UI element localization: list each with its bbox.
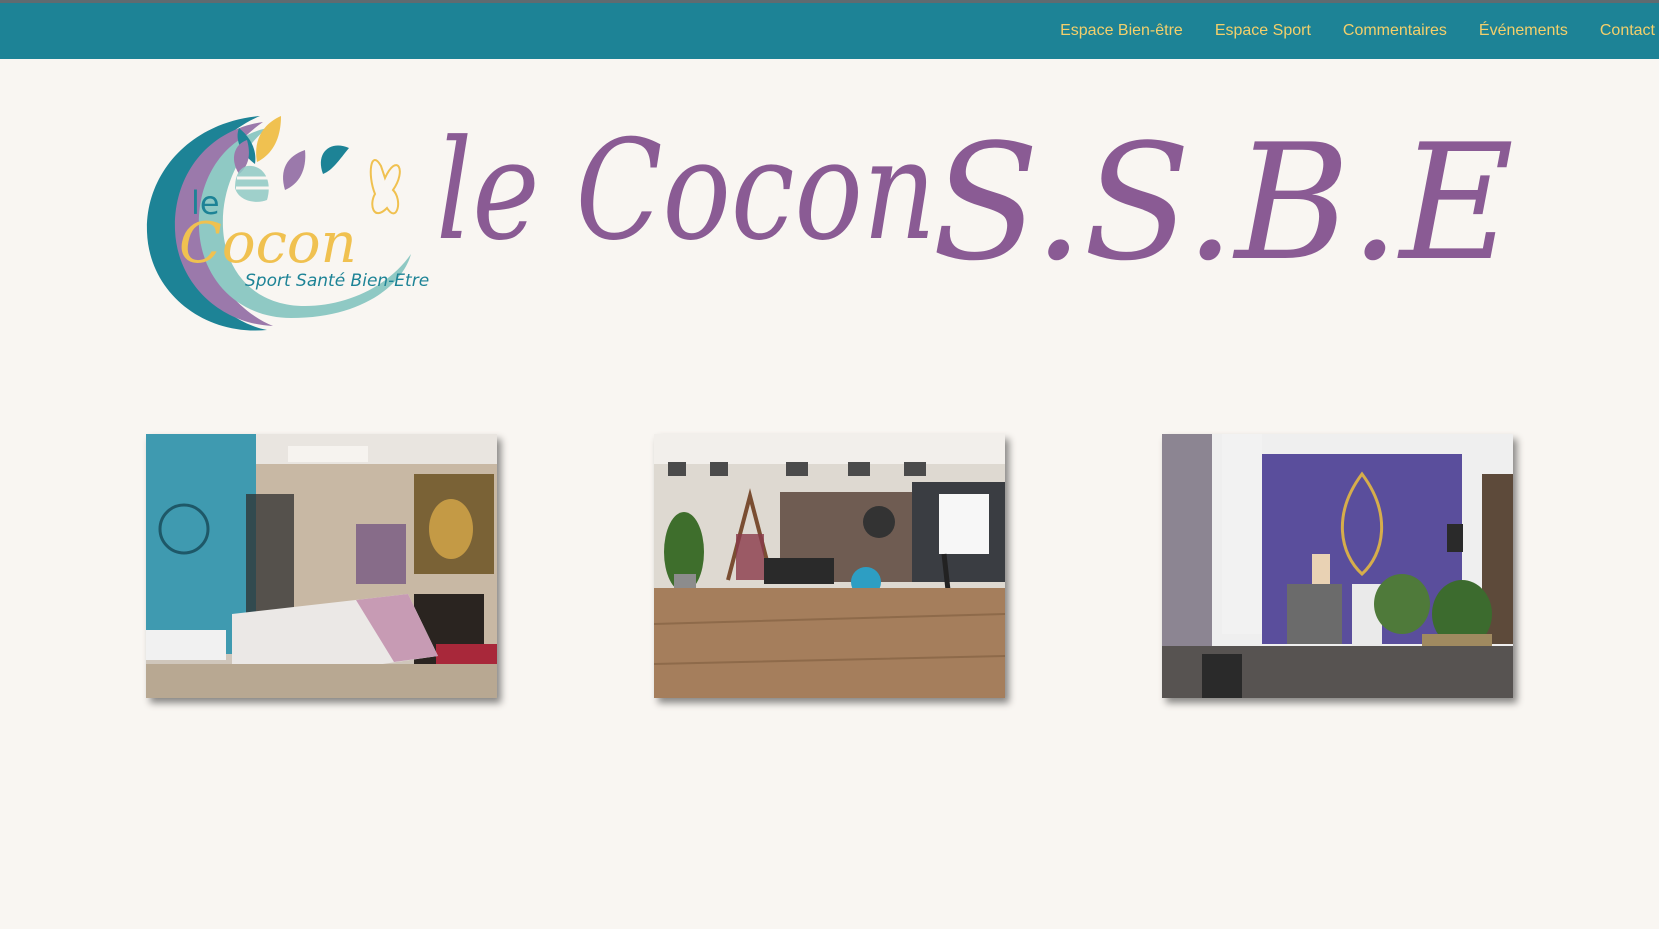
photo-espace-accueil[interactable]	[1162, 434, 1513, 698]
nav-item-evenements[interactable]: Événements	[1463, 22, 1584, 40]
logo-tagline: Sport Santé Bien-Etre	[245, 271, 429, 291]
title-ssbe: S.S.B.E	[932, 109, 1514, 296]
site-title: le Cocon S.S.B.E	[436, 109, 1514, 296]
nav-item-contact[interactable]: Contact	[1584, 22, 1659, 40]
nav-item-espace-sport[interactable]: Espace Sport	[1199, 22, 1327, 40]
reception-room-photo-icon	[1162, 434, 1513, 698]
le-cocon-logo[interactable]: le Cocon Sport Santé Bien-Etre	[135, 104, 445, 338]
photo-espace-sport[interactable]	[654, 434, 1005, 698]
logo-word-cocon: Cocon	[179, 211, 357, 276]
nav-item-commentaires[interactable]: Commentaires	[1327, 22, 1463, 40]
main-menu: Espace Bien-être Espace Sport Commentair…	[1044, 3, 1659, 59]
nav-item-espace-bien-etre[interactable]: Espace Bien-être	[1044, 22, 1199, 40]
sport-room-photo-icon	[654, 434, 1005, 698]
massage-room-photo-icon	[146, 434, 497, 698]
photo-espace-bien-etre[interactable]	[146, 434, 497, 698]
title-le-cocon: le Cocon	[436, 110, 936, 271]
